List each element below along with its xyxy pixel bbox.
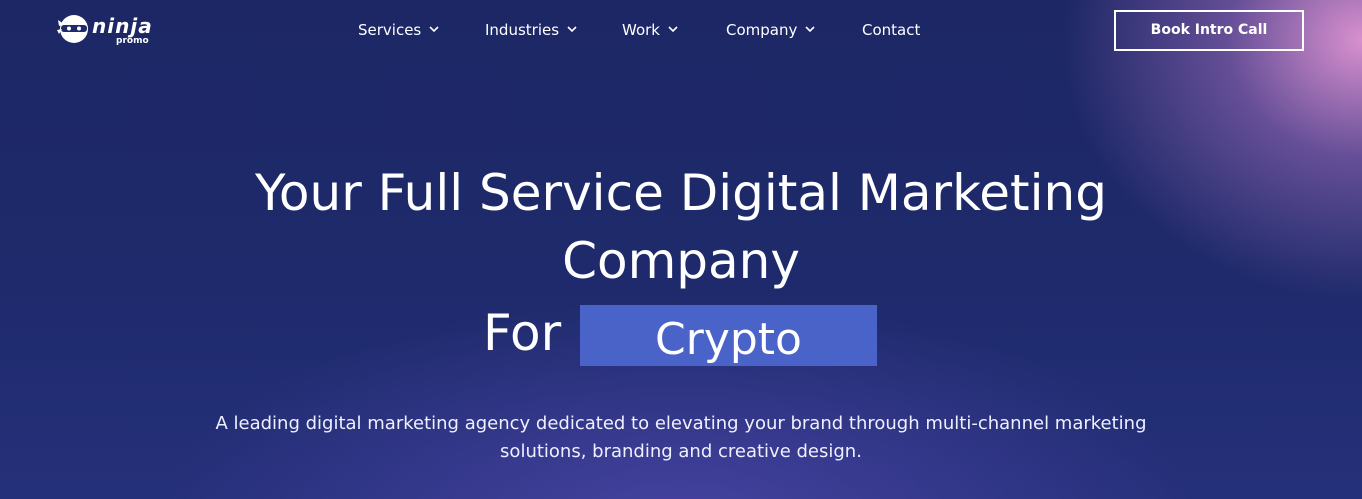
nav-item-work[interactable]: Work [622,20,678,40]
nav-item-services[interactable]: Services [358,20,439,40]
nav-label: Contact [862,21,921,39]
nav-label: Industries [485,21,560,39]
hero-for-prefix: For [483,304,562,362]
brand-tagline: promo [116,36,149,46]
nav-label: Company [726,21,798,39]
nav-label: Services [358,21,422,39]
hero-description-line-2: solutions, branding and creative design. [500,441,862,462]
hero-rotating-word: Crypto [580,305,877,366]
brand-name: ninja [92,14,153,38]
hero-description-line-1: A leading digital marketing agency dedic… [215,413,1147,434]
hero-title-line-1: Your Full Service Digital Marketing [255,164,1107,222]
site-header: ninja promo Services Industries Work Com… [0,0,1362,60]
hero-description: A leading digital marketing agency dedic… [0,410,1362,466]
hero-title-line-2: Company [562,232,800,290]
chevron-down-icon [429,25,439,32]
hero-rotating-line: For Crypto [0,305,1362,367]
chevron-down-icon [668,25,678,32]
nav-item-industries[interactable]: Industries [485,20,577,40]
nav-label: Work [622,21,660,39]
ninja-mask-icon [57,15,88,43]
brand-logo[interactable]: ninja promo [56,12,166,46]
chevron-down-icon [567,25,577,32]
chevron-down-icon [805,25,815,32]
book-intro-call-button[interactable]: Book Intro Call [1114,10,1304,51]
nav-item-company[interactable]: Company [726,20,815,40]
nav-item-contact[interactable]: Contact [862,20,920,40]
